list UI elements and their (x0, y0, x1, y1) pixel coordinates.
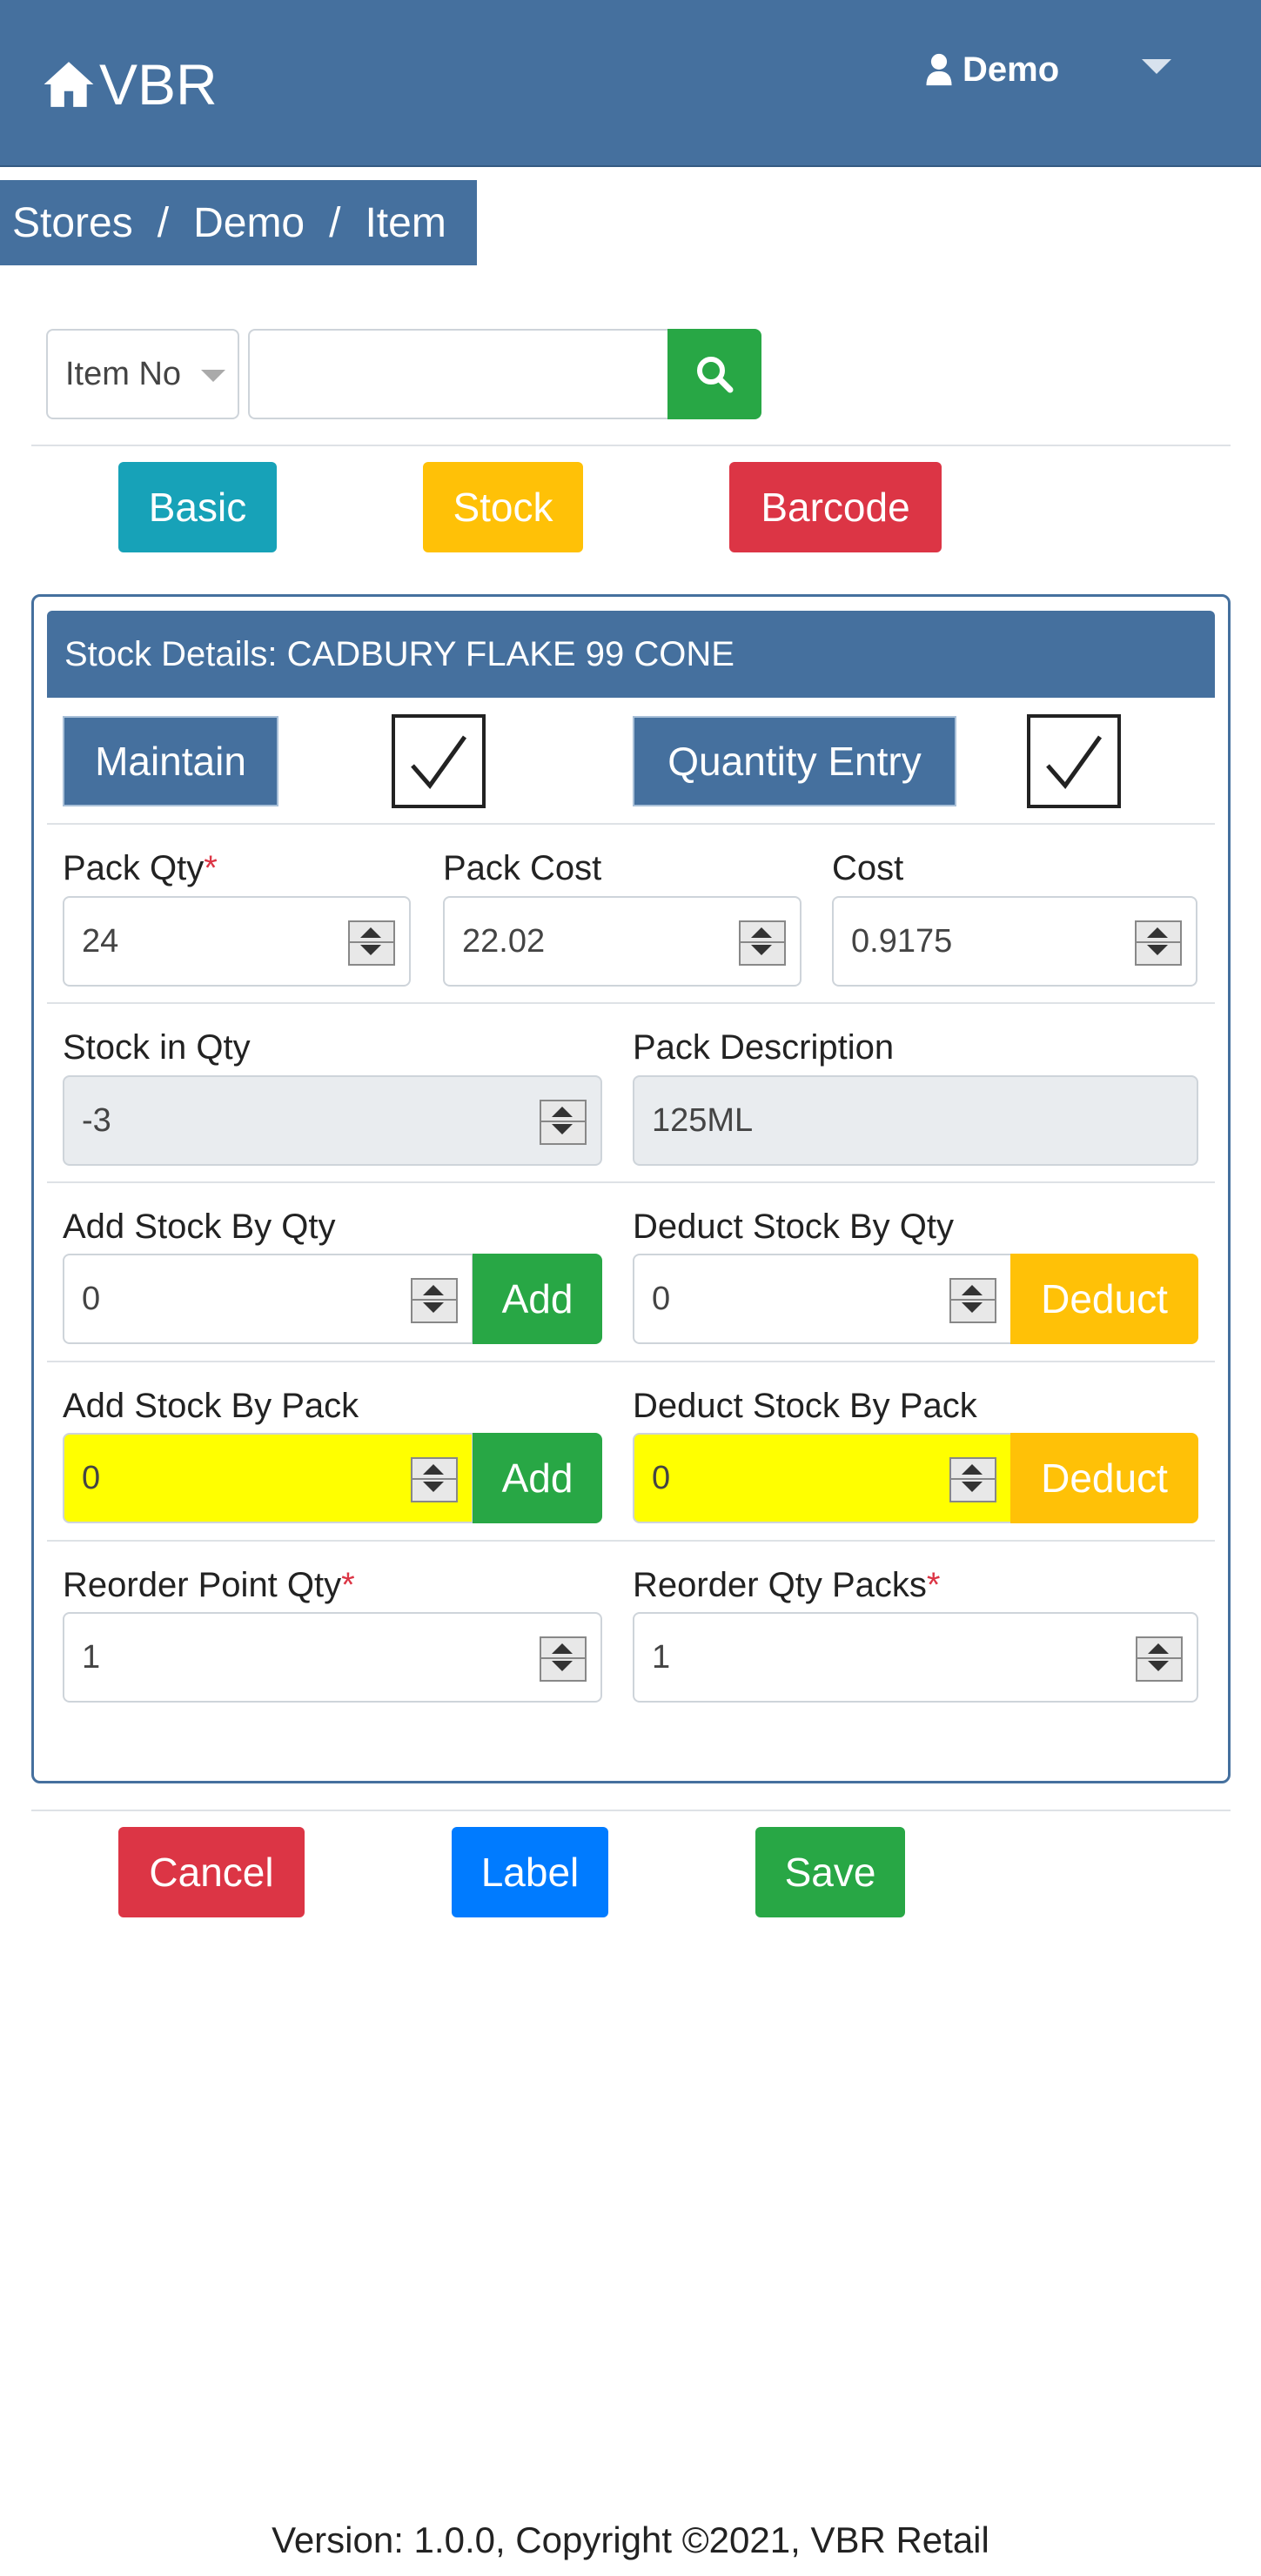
add-stock-pack-input[interactable]: 0 (63, 1433, 473, 1523)
spinner-icon[interactable] (1136, 1636, 1183, 1682)
reorder-qty-packs-value: 1 (652, 1638, 671, 1676)
quantity-entry-label: Quantity Entry (633, 716, 956, 806)
pack-cost-value: 22.02 (462, 922, 546, 960)
required-mark: * (204, 849, 218, 887)
spinner-icon[interactable] (1135, 920, 1182, 966)
home-icon (44, 62, 94, 107)
save-button[interactable]: Save (755, 1827, 905, 1917)
reorder-point-qty-input[interactable]: 1 (63, 1612, 602, 1703)
maintain-label: Maintain (63, 716, 278, 806)
barcode-tab-button[interactable]: Barcode (729, 462, 942, 552)
divider (31, 445, 1231, 446)
reorder-point-qty-label: Reorder Point Qty* (63, 1566, 355, 1605)
chevron-down-icon (201, 370, 225, 382)
user-menu[interactable]: Demo (926, 43, 1059, 96)
deduct-stock-qty-input[interactable]: 0 (633, 1254, 1012, 1344)
maintain-checkbox[interactable] (392, 714, 486, 808)
user-name: Demo (963, 50, 1060, 89)
label-button[interactable]: Label (452, 1827, 608, 1917)
search-input[interactable] (248, 329, 669, 419)
pack-qty-label: Pack Qty* (63, 849, 218, 888)
required-mark: * (926, 1566, 941, 1604)
reorder-point-qty-label-text: Reorder Point Qty (63, 1566, 342, 1604)
spinner-icon[interactable] (411, 1457, 458, 1502)
caret-down-icon[interactable] (1142, 59, 1171, 74)
add-stock-pack-button[interactable]: Add (473, 1433, 602, 1523)
add-stock-qty-input[interactable]: 0 (63, 1254, 473, 1344)
user-icon (926, 53, 952, 86)
divider (47, 1361, 1215, 1362)
deduct-stock-pack-label: Deduct Stock By Pack (633, 1387, 977, 1425)
divider (47, 1540, 1215, 1542)
deduct-stock-pack-value: 0 (652, 1459, 671, 1496)
divider (31, 1810, 1231, 1811)
add-stock-pack-label: Add Stock By Pack (63, 1387, 359, 1425)
divider (47, 1002, 1215, 1004)
search-type-value: Item No (65, 355, 182, 392)
pack-qty-value: 24 (82, 922, 119, 960)
reorder-qty-packs-input[interactable]: 1 (633, 1612, 1198, 1703)
spinner-icon[interactable] (949, 1278, 996, 1323)
search-type-select[interactable]: Item No (46, 329, 239, 419)
pack-cost-input[interactable]: 22.02 (443, 896, 802, 987)
brand-link[interactable]: VBR (42, 45, 218, 124)
add-stock-qty-value: 0 (82, 1280, 101, 1317)
brand-name: VBR (99, 52, 218, 117)
deduct-stock-pack-input[interactable]: 0 (633, 1433, 1012, 1523)
quantity-entry-checkbox[interactable] (1027, 714, 1121, 808)
pack-description-label: Pack Description (633, 1028, 895, 1067)
cost-input[interactable]: 0.9175 (832, 896, 1197, 987)
divider (47, 823, 1215, 825)
add-stock-pack-value: 0 (82, 1459, 101, 1496)
pack-description-value: 125ML (652, 1101, 754, 1139)
breadcrumb-item-item: Item (365, 199, 446, 246)
stock-in-qty-value: -3 (82, 1101, 111, 1139)
stock-in-qty-input: -3 (63, 1075, 602, 1166)
required-mark: * (341, 1566, 355, 1604)
reorder-qty-packs-label-text: Reorder Qty Packs (633, 1566, 927, 1604)
breadcrumb-separator: / (329, 199, 341, 246)
spinner-icon[interactable] (739, 920, 786, 966)
spinner-icon[interactable] (411, 1278, 458, 1323)
cancel-button[interactable]: Cancel (118, 1827, 305, 1917)
deduct-stock-pack-button[interactable]: Deduct (1010, 1433, 1198, 1523)
breadcrumb-item-demo[interactable]: Demo (193, 199, 305, 247)
stock-tab-button[interactable]: Stock (423, 462, 583, 552)
pack-description-input: 125ML (633, 1075, 1198, 1166)
pack-cost-label: Pack Cost (443, 849, 602, 887)
reorder-point-qty-value: 1 (82, 1638, 101, 1676)
spinner-icon[interactable] (540, 1636, 587, 1682)
deduct-stock-qty-value: 0 (652, 1280, 671, 1317)
deduct-stock-qty-button[interactable]: Deduct (1010, 1254, 1198, 1344)
divider (47, 1181, 1215, 1183)
footer-version: Version: 1.0.0, Copyright ©2021, VBR Ret… (272, 2519, 989, 2560)
cost-value: 0.9175 (851, 922, 953, 960)
search-button[interactable] (667, 329, 761, 419)
deduct-stock-qty-label: Deduct Stock By Qty (633, 1208, 955, 1246)
check-icon (1046, 735, 1103, 790)
search-icon (697, 357, 734, 393)
breadcrumb: Stores / Demo / Item (0, 180, 477, 265)
stock-in-qty-label: Stock in Qty (63, 1028, 251, 1067)
cost-label: Cost (832, 849, 904, 887)
add-stock-qty-button[interactable]: Add (473, 1254, 602, 1344)
pack-qty-label-text: Pack Qty (63, 849, 205, 887)
reorder-qty-packs-label: Reorder Qty Packs* (633, 1566, 940, 1605)
card-title: Stock Details: CADBURY FLAKE 99 CONE (47, 611, 1215, 698)
basic-tab-button[interactable]: Basic (118, 462, 277, 552)
breadcrumb-item-stores[interactable]: Stores (12, 199, 133, 247)
pack-qty-input[interactable]: 24 (63, 896, 411, 987)
breadcrumb-separator: / (157, 199, 170, 246)
spinner-icon (540, 1100, 587, 1145)
spinner-icon[interactable] (348, 920, 395, 966)
check-icon (411, 735, 467, 790)
add-stock-qty-label: Add Stock By Qty (63, 1208, 336, 1246)
spinner-icon[interactable] (949, 1457, 996, 1502)
